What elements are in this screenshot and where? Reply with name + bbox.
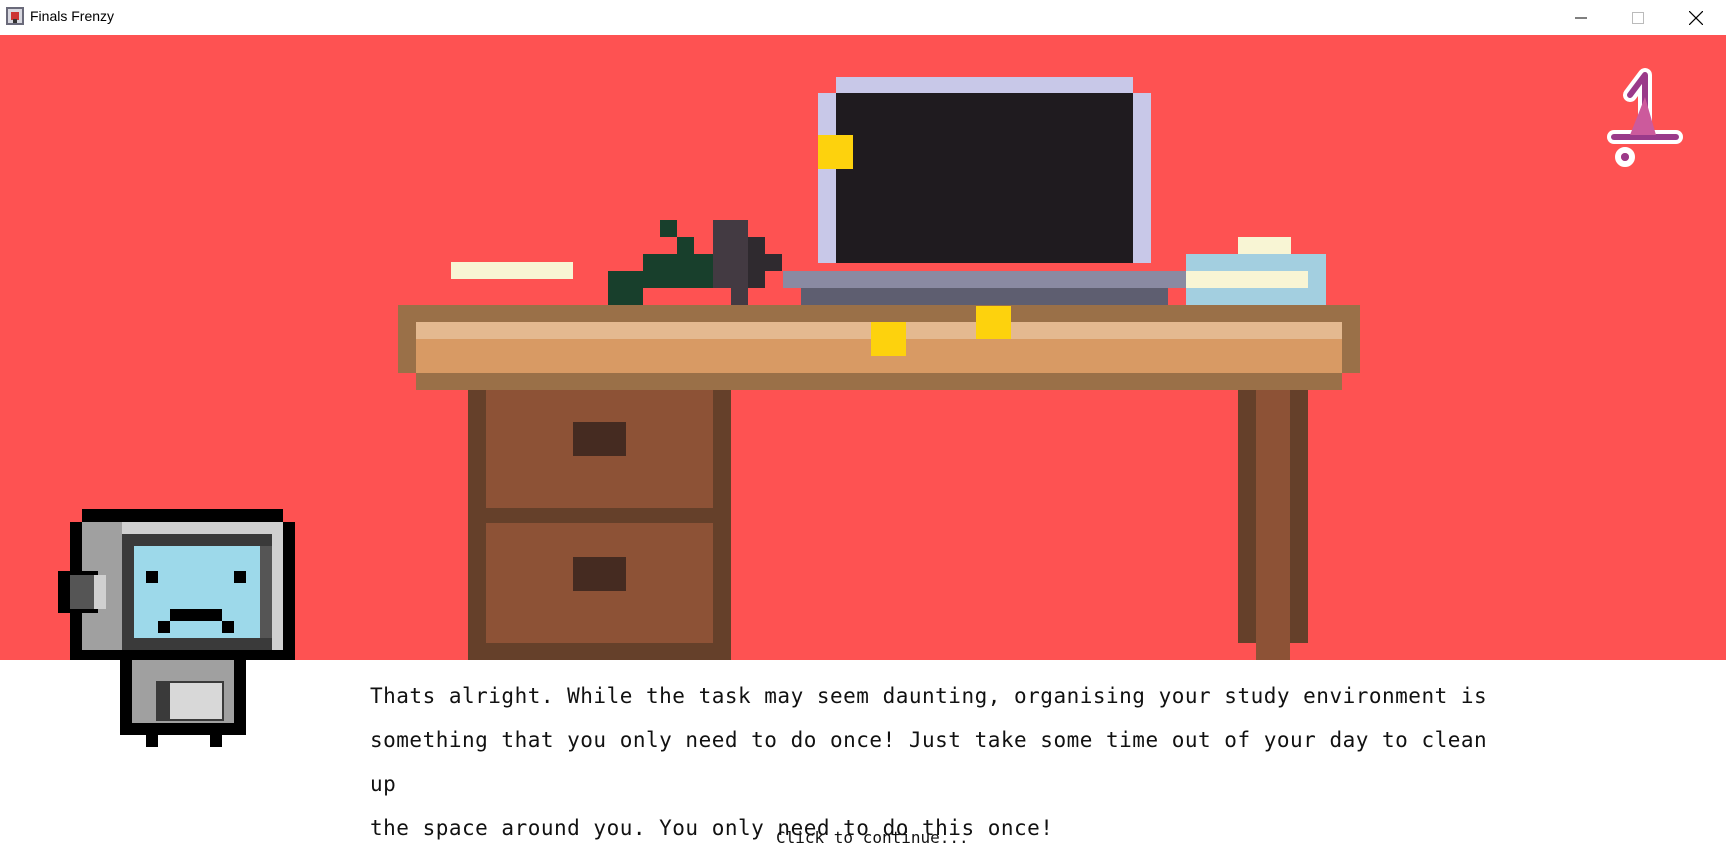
app-icon <box>6 7 24 25</box>
minimize-button[interactable] <box>1553 0 1609 35</box>
robot-eye <box>234 571 246 583</box>
paper-sheet[interactable] <box>451 262 573 279</box>
laptop-screen <box>836 93 1133 263</box>
window-title: Finals Frenzy <box>30 8 115 24</box>
drawer-handle <box>573 422 626 456</box>
drawer-handle <box>573 557 626 591</box>
robot-face-screen <box>134 546 260 638</box>
dialog-text: Thats alright. While the task may seem d… <box>370 674 1490 850</box>
maximize-icon <box>1632 11 1644 24</box>
robot-foot <box>132 723 172 735</box>
continue-prompt[interactable]: Click to continue... <box>776 828 969 847</box>
window-titlebar: Finals Frenzy <box>0 0 1726 35</box>
close-icon <box>1689 10 1703 25</box>
dialog-line: Thats alright. While the task may seem d… <box>370 684 1488 708</box>
sticky-note[interactable] <box>818 135 853 169</box>
close-button[interactable] <box>1668 0 1724 35</box>
robot-eye <box>146 571 158 583</box>
game-scene[interactable]: 1 <box>0 35 1726 660</box>
minimize-icon <box>1575 17 1587 18</box>
dialog-box[interactable]: Thats alright. While the task may seem d… <box>0 660 1726 861</box>
robot-foot <box>196 723 236 735</box>
maximize-button[interactable] <box>1610 0 1666 35</box>
sticky-note[interactable] <box>976 306 1011 339</box>
dialog-line: something that you only need to do once!… <box>370 728 1488 796</box>
sticky-note[interactable] <box>871 322 906 356</box>
level-number-badge: 1 <box>1607 68 1683 167</box>
